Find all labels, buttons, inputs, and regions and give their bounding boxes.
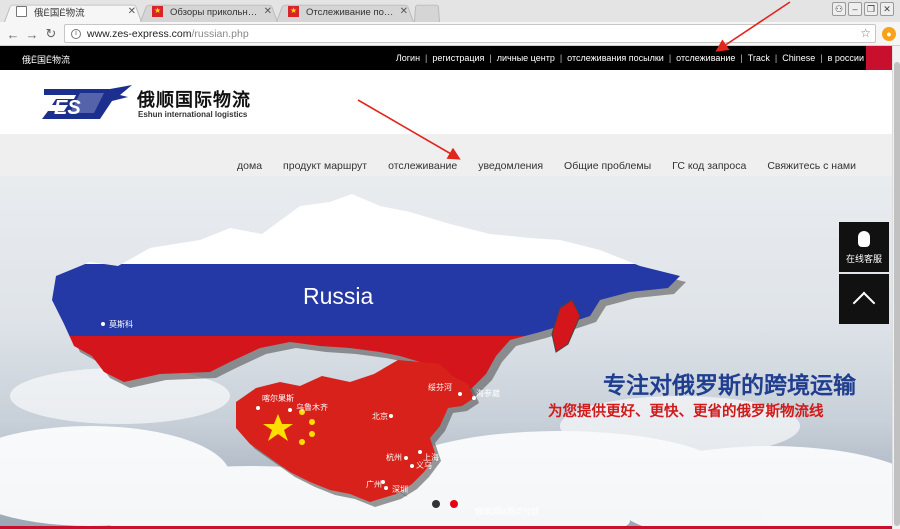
red-accent-block bbox=[866, 46, 892, 70]
chevron-up-icon bbox=[852, 291, 876, 315]
in-russia-link[interactable]: в россии bbox=[828, 53, 864, 63]
browser-tab-3[interactable]: Отслеживание посылок и ✕ bbox=[276, 2, 414, 22]
slider-dot-1[interactable] bbox=[432, 500, 440, 508]
logo-mark[interactable]: ES bbox=[40, 83, 135, 128]
logo-english-name: Eshun international logistics bbox=[138, 110, 248, 119]
close-tab-icon[interactable]: ✕ bbox=[400, 6, 408, 17]
eagle-logo-icon: ES bbox=[42, 85, 132, 119]
svg-text:广州: 广州 bbox=[366, 479, 382, 489]
nav-product-route[interactable]: продукт маршрут bbox=[283, 160, 367, 172]
svg-text:海参崴: 海参崴 bbox=[476, 388, 500, 398]
url-path: /russian.php bbox=[191, 27, 249, 40]
slider-dots bbox=[432, 500, 458, 508]
nav-tracking[interactable]: отслеживание bbox=[388, 160, 457, 172]
svg-text:杭州: 杭州 bbox=[386, 452, 402, 462]
russia-label: Russia bbox=[303, 283, 374, 309]
main-nav: дома продукт маршрут отслеживание уведом… bbox=[0, 134, 892, 176]
window-controls: ⚇ – ❐ ✕ bbox=[832, 2, 894, 16]
hero-caption: 俄顺国际网点分部 bbox=[475, 507, 539, 516]
forward-arrow-icon[interactable]: → bbox=[23, 25, 41, 43]
nav-home[interactable]: дома bbox=[237, 160, 262, 172]
hero-banner: Russia 莫斯科 喀尔果斯 乌鲁木齐 绥芬河 海参崴 北京 上海 杭州 义乌… bbox=[0, 176, 892, 529]
extension-icon[interactable]: ● bbox=[882, 27, 896, 41]
scrollbar-thumb[interactable] bbox=[894, 62, 900, 526]
page-scrollbar[interactable] bbox=[892, 46, 900, 529]
track-link[interactable]: Track bbox=[748, 53, 770, 63]
personal-center-link[interactable]: личные центр bbox=[497, 53, 555, 63]
nav-gs-code[interactable]: ГС код запроса bbox=[672, 160, 746, 172]
online-support-label: 在线客服 bbox=[845, 254, 882, 264]
top-links: Логин | регистрация | личные центр | отслеж… bbox=[395, 53, 864, 63]
close-tab-icon[interactable]: ✕ bbox=[264, 6, 272, 17]
browser-tab-strip: 俄Ё国Ё物流 ✕ Обзоры прикольных и нео ✕ Отсле… bbox=[0, 0, 900, 22]
site-top-bar: 俄Ё国Ё物流 Логин | регистрация | личные центр |… bbox=[0, 46, 892, 70]
svg-text:深圳: 深圳 bbox=[392, 484, 408, 494]
chinese-link[interactable]: Chinese bbox=[782, 53, 815, 63]
page-icon bbox=[16, 6, 27, 17]
map-illustration: Russia 莫斯科 喀尔果斯 乌鲁木齐 绥芬河 海参崴 北京 上海 杭州 义乌… bbox=[0, 194, 892, 529]
tab-title: Обзоры прикольных и нео bbox=[170, 6, 260, 18]
new-tab-button[interactable] bbox=[414, 2, 440, 22]
hero-slogan-main: 专注对俄罗斯的跨境运输 bbox=[603, 373, 856, 399]
back-arrow-icon[interactable]: ← bbox=[4, 25, 22, 43]
vietnam-flag-icon bbox=[288, 6, 299, 17]
close-window-button[interactable]: ✕ bbox=[880, 2, 894, 16]
site-brand-text: 俄Ё国Ё物流 bbox=[22, 55, 71, 65]
online-support-button[interactable]: 在线客服 bbox=[839, 222, 889, 272]
nav-contact[interactable]: Свяжитесь с нами bbox=[767, 160, 856, 172]
svg-text:喀尔果斯: 喀尔果斯 bbox=[262, 393, 294, 403]
browser-tab-1[interactable]: 俄Ё国Ё物流 ✕ bbox=[4, 2, 142, 22]
back-to-top-button[interactable] bbox=[839, 274, 889, 324]
user-icon[interactable]: ⚇ bbox=[832, 2, 846, 16]
slider-dot-2[interactable] bbox=[450, 500, 458, 508]
register-link[interactable]: регистрация bbox=[432, 53, 484, 63]
reload-icon[interactable]: ↻ bbox=[42, 25, 60, 43]
parcel-tracking-link[interactable]: отслеживания посылки bbox=[567, 53, 664, 63]
nav-faq[interactable]: Общие проблемы bbox=[564, 160, 651, 172]
logo-chinese-name: 俄顺国际物流 bbox=[137, 90, 251, 111]
svg-text:义乌: 义乌 bbox=[416, 460, 432, 470]
browser-toolbar: ← → ↻ i www.zes-express.com/russian.php … bbox=[0, 22, 900, 46]
svg-text:ES: ES bbox=[54, 97, 81, 119]
close-tab-icon[interactable]: ✕ bbox=[128, 6, 136, 17]
address-bar[interactable]: i www.zes-express.com/russian.php ☆ bbox=[64, 24, 876, 43]
tab-title: 俄Ё国Ё物流 bbox=[34, 8, 85, 19]
restore-button[interactable]: ❐ bbox=[864, 2, 878, 16]
svg-text:乌鲁木齐: 乌鲁木齐 bbox=[296, 402, 328, 412]
browser-tab-2[interactable]: Обзоры прикольных и нео ✕ bbox=[140, 2, 278, 22]
tab-title: Отслеживание посылок и bbox=[306, 6, 396, 18]
tracking-link[interactable]: отслеживание bbox=[676, 53, 735, 63]
login-link[interactable]: Логин bbox=[396, 53, 420, 63]
minimize-button[interactable]: – bbox=[848, 2, 862, 16]
svg-text:北京: 北京 bbox=[372, 411, 388, 421]
vietnam-flag-icon bbox=[152, 6, 163, 17]
site-header: ES 俄顺国际物流 Eshun international logistics bbox=[0, 70, 892, 134]
url-host: www.zes-express.com bbox=[87, 27, 192, 40]
svg-text:绥芬河: 绥芬河 bbox=[428, 382, 452, 392]
nav-notifications[interactable]: уведомления bbox=[478, 160, 543, 172]
svg-text:莫斯科: 莫斯科 bbox=[109, 319, 133, 329]
qq-penguin-icon bbox=[858, 231, 870, 247]
info-icon[interactable]: i bbox=[71, 28, 81, 39]
hero-slogan-sub: 为您提供更好、更快、更省的俄罗斯物流线 bbox=[548, 404, 824, 420]
bookmark-star-icon[interactable]: ☆ bbox=[860, 26, 871, 40]
